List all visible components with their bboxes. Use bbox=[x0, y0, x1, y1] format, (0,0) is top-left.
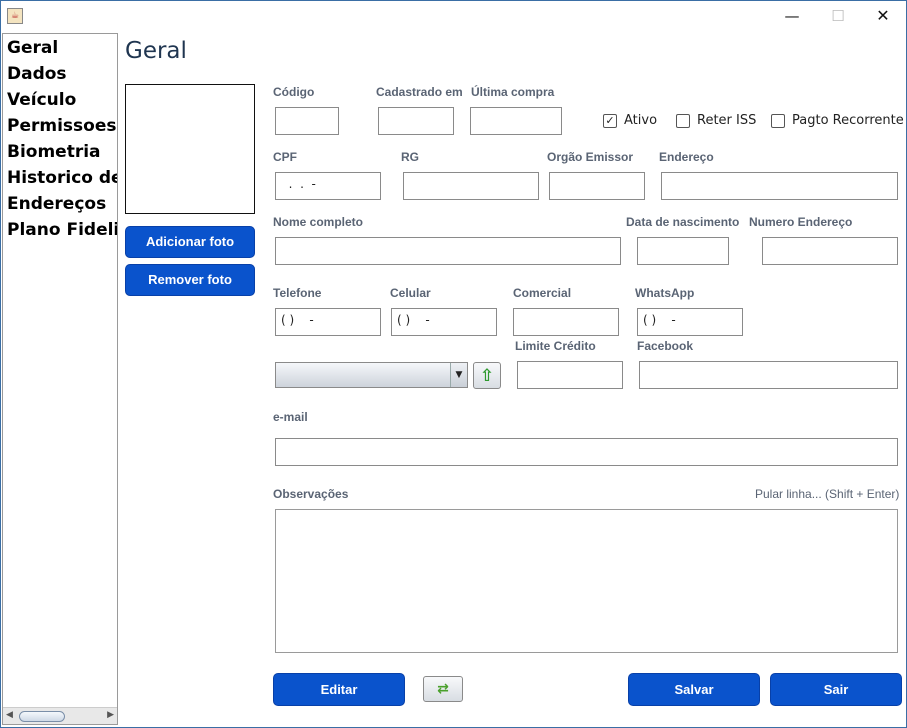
rg-field[interactable] bbox=[403, 172, 539, 200]
email-label: e-mail bbox=[273, 410, 308, 424]
ativo-label: Ativo bbox=[624, 113, 658, 128]
orgao-emissor-field[interactable] bbox=[549, 172, 645, 200]
scroll-right-icon[interactable]: ▶ bbox=[107, 710, 114, 720]
endereco-field[interactable] bbox=[661, 172, 898, 200]
scroll-left-icon[interactable]: ◀ bbox=[6, 710, 13, 720]
cpf-field[interactable]: . . - bbox=[275, 172, 381, 200]
data-nascimento-field[interactable] bbox=[637, 237, 729, 265]
telefone-field[interactable]: ( ) - bbox=[275, 308, 381, 336]
codigo-field[interactable] bbox=[275, 107, 339, 135]
upload-button[interactable]: ⇧ bbox=[473, 362, 501, 389]
cadastrado-em-field[interactable] bbox=[378, 107, 454, 135]
sidebar-horizontal-scrollbar[interactable]: ◀ ▶ bbox=[3, 707, 117, 724]
whatsapp-label: WhatsApp bbox=[635, 286, 695, 300]
java-app-icon: ☕ bbox=[7, 8, 23, 24]
photo-preview bbox=[125, 84, 255, 214]
sidebar-item-historico[interactable]: Historico de bbox=[7, 168, 117, 188]
whatsapp-field[interactable]: ( ) - bbox=[637, 308, 743, 336]
maximize-button[interactable]: ☐ bbox=[823, 5, 853, 27]
add-photo-button[interactable]: Adicionar foto bbox=[125, 226, 255, 258]
editar-button[interactable]: Editar bbox=[273, 673, 405, 706]
reter-iss-box bbox=[676, 113, 690, 128]
reter-iss-label: Reter ISS bbox=[697, 113, 757, 128]
ativo-check-icon: ✓ bbox=[603, 113, 617, 128]
ativo-checkbox[interactable]: ✓ Ativo bbox=[603, 113, 657, 128]
remove-photo-button[interactable]: Remover foto bbox=[125, 264, 255, 296]
codigo-label: Código bbox=[273, 85, 315, 99]
sidebar-item-geral[interactable]: Geral bbox=[7, 38, 58, 58]
nome-completo-field[interactable] bbox=[275, 237, 621, 265]
endereco-label: Endereço bbox=[659, 150, 714, 164]
pular-linha-hint: Pular linha... (Shift + Enter) bbox=[755, 487, 900, 501]
celular-label: Celular bbox=[390, 286, 431, 300]
pagto-recorrente-label: Pagto Recorrente bbox=[792, 113, 904, 128]
limite-credito-label: Limite Crédito bbox=[515, 339, 596, 353]
refresh-icon: ⇄ bbox=[437, 681, 449, 697]
chevron-down-icon[interactable]: ▼ bbox=[450, 363, 467, 387]
pagto-recorrente-box bbox=[771, 113, 785, 128]
facebook-label: Facebook bbox=[637, 339, 694, 353]
page-title: Geral bbox=[125, 38, 187, 64]
ultima-compra-label: Última compra bbox=[471, 85, 555, 99]
telefone-label: Telefone bbox=[273, 286, 322, 300]
nome-completo-label: Nome completo bbox=[273, 215, 364, 229]
up-arrow-icon: ⇧ bbox=[479, 366, 495, 386]
sidebar-item-enderecos[interactable]: Endereços bbox=[7, 194, 106, 214]
pagto-recorrente-checkbox[interactable]: Pagto Recorrente bbox=[771, 113, 904, 128]
sidebar-item-veiculo[interactable]: Veículo bbox=[7, 90, 76, 110]
sidebar-item-plano-fidelidade[interactable]: Plano Fidelic bbox=[7, 220, 117, 240]
limite-credito-field[interactable] bbox=[517, 361, 623, 389]
orgao-emissor-label: Orgão Emissor bbox=[547, 150, 634, 164]
salvar-button[interactable]: Salvar bbox=[628, 673, 760, 706]
minimize-button[interactable]: — bbox=[777, 5, 807, 27]
celular-field[interactable]: ( ) - bbox=[391, 308, 497, 336]
scrollbar-thumb[interactable] bbox=[19, 711, 65, 722]
sidebar-item-biometria[interactable]: Biometria bbox=[7, 142, 101, 162]
cpf-label: CPF bbox=[273, 150, 297, 164]
facebook-field[interactable] bbox=[639, 361, 898, 389]
reter-iss-checkbox[interactable]: Reter ISS bbox=[676, 113, 756, 128]
comercial-field[interactable] bbox=[513, 308, 619, 336]
sidebar-item-permissoes[interactable]: Permissoes bbox=[7, 116, 116, 136]
title-bar: ☕ — ☐ ✕ bbox=[1, 1, 906, 29]
refresh-button[interactable]: ⇄ bbox=[423, 676, 463, 702]
comercial-label: Comercial bbox=[513, 286, 572, 300]
data-nascimento-label: Data de nascimento bbox=[626, 215, 740, 229]
sidebar-nav: Geral Dados Veículo Permissoes Biometria… bbox=[2, 33, 118, 725]
sair-button[interactable]: Sair bbox=[770, 673, 902, 706]
rg-label: RG bbox=[401, 150, 419, 164]
cadastrado-em-label: Cadastrado em bbox=[376, 85, 463, 99]
sidebar-item-dados[interactable]: Dados bbox=[7, 64, 67, 84]
ultima-compra-field[interactable] bbox=[470, 107, 562, 135]
numero-endereco-label: Numero Endereço bbox=[749, 215, 853, 229]
observacoes-textarea[interactable] bbox=[275, 509, 898, 653]
observacoes-label: Observações bbox=[273, 487, 349, 501]
close-button[interactable]: ✕ bbox=[868, 5, 898, 27]
combo-select[interactable]: ▼ bbox=[275, 362, 468, 388]
email-field[interactable] bbox=[275, 438, 898, 466]
numero-endereco-field[interactable] bbox=[762, 237, 898, 265]
